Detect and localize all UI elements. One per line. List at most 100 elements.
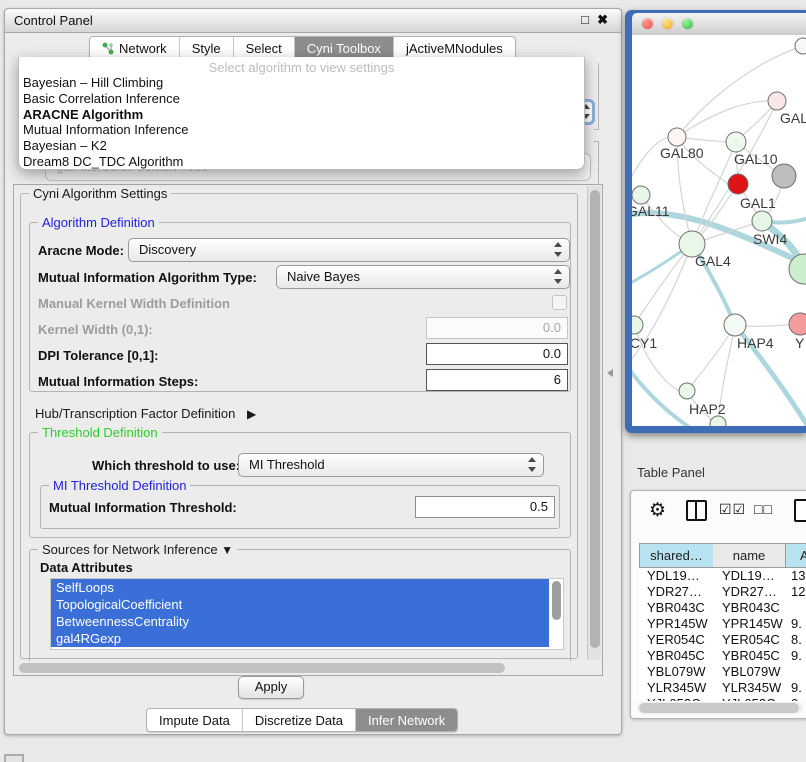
network-node-gal1[interactable] bbox=[728, 174, 748, 194]
algorithm-popup-item[interactable]: Mutual Information Inference bbox=[19, 122, 584, 138]
tab-select[interactable]: Select bbox=[234, 37, 295, 59]
dpi-tolerance-label: DPI Tolerance [0,1]: bbox=[38, 348, 158, 363]
network-node-label: GAL4 bbox=[695, 253, 731, 269]
algorithm-popup-item[interactable]: Bayesian – K2 bbox=[19, 138, 584, 154]
tab-cyni-toolbox[interactable]: Cyni Toolbox bbox=[295, 37, 394, 59]
tab-infer-network[interactable]: Infer Network bbox=[356, 709, 457, 731]
mi-threshold-field[interactable]: 0.5 bbox=[415, 496, 555, 518]
algorithm-popup-item[interactable]: Bayesian – Hill Climbing bbox=[19, 75, 584, 91]
tab-infer-network-label: Infer Network bbox=[368, 713, 445, 728]
algorithm-popup-item[interactable]: Dream8 DC_TDC Algorithm bbox=[19, 154, 584, 170]
data-attribute-item[interactable]: TopologicalCoefficient bbox=[51, 596, 549, 613]
attribute-list-scrollbar-thumb[interactable] bbox=[552, 581, 561, 620]
hub-tf-definition-label: Hub/Transcription Factor Definition bbox=[35, 406, 235, 421]
close-window-icon[interactable]: ✖ bbox=[597, 12, 608, 28]
table-row[interactable]: YLR345WYLR345W9. bbox=[639, 680, 806, 696]
export-table-icon[interactable] bbox=[794, 499, 806, 522]
algorithm-popup-item[interactable]: Basic Correlation Inference bbox=[19, 91, 584, 107]
algorithm-definition-title: Algorithm Definition bbox=[38, 215, 159, 230]
tab-impute-data[interactable]: Impute Data bbox=[147, 709, 243, 731]
tab-discretize-data[interactable]: Discretize Data bbox=[243, 709, 356, 731]
algorithm-popup-list: Bayesian – Hill ClimbingBasic Correlatio… bbox=[19, 75, 584, 170]
data-attribute-item[interactable]: BetweennessCentrality bbox=[51, 613, 549, 630]
data-attributes-list[interactable]: SelfLoopsTopologicalCoefficientBetweenne… bbox=[50, 578, 564, 650]
tab-jactivemnodules[interactable]: jActiveMNodules bbox=[394, 37, 515, 59]
table-row[interactable]: YBR045CYBR045C9. bbox=[639, 648, 806, 664]
settings-horizontal-scrollbar-thumb[interactable] bbox=[19, 663, 505, 673]
network-node-label: SWI4 bbox=[753, 231, 787, 247]
network-canvas[interactable]: GALGAL80GAL10GAL1GAL11SWI4GAL4GCY1HAP4YH… bbox=[632, 35, 806, 426]
deselect-all-columns-icon[interactable]: □□ bbox=[754, 501, 773, 517]
network-node-gal80[interactable] bbox=[668, 128, 686, 146]
table-row[interactable]: YDL19…YDL19…13 bbox=[639, 568, 806, 584]
network-node[interactable] bbox=[772, 164, 796, 188]
network-node-gal[interactable] bbox=[768, 92, 786, 110]
mac-minimize-icon[interactable] bbox=[662, 18, 673, 29]
data-attribute-item[interactable]: SelfLoops bbox=[51, 579, 549, 596]
threshold-definition-title: Threshold Definition bbox=[38, 425, 162, 440]
column-header-name[interactable]: name bbox=[713, 543, 786, 568]
table-row[interactable]: YJL052CYJL052C0. bbox=[639, 696, 806, 701]
splitter-collapse-arrow-icon[interactable] bbox=[607, 369, 613, 377]
select-all-columns-icon[interactable]: ☑☑ bbox=[719, 501, 746, 518]
table-row[interactable]: YPR145WYPR145W9. bbox=[639, 616, 806, 632]
sources-group: Sources for Network Inference ▼ Data Att… bbox=[29, 549, 571, 662]
data-attributes-label: Data Attributes bbox=[40, 560, 133, 575]
mi-steps-label: Mutual Information Steps: bbox=[38, 374, 198, 389]
kernel-width-field[interactable]: 0.0 bbox=[426, 317, 568, 339]
node-table-rows[interactable]: YDL19…YDL19…13YDR27…YDR27…12YBR043CYBR04… bbox=[639, 568, 806, 701]
network-node-label: HAP4 bbox=[737, 335, 774, 351]
aracne-mode-combobox[interactable]: Discovery bbox=[128, 238, 570, 262]
control-panel-title: Control Panel bbox=[14, 13, 93, 28]
table-row[interactable]: YER054CYER054C8. bbox=[639, 632, 806, 648]
mac-zoom-icon[interactable] bbox=[682, 18, 693, 29]
network-node-gcy1[interactable] bbox=[632, 316, 643, 334]
table-row[interactable]: YBR043CYBR043C bbox=[639, 600, 806, 616]
network-node-swi4[interactable] bbox=[752, 211, 772, 231]
manual-kernel-width-checkbox[interactable] bbox=[552, 295, 567, 310]
table-cell: 0. bbox=[786, 696, 806, 701]
table-row[interactable]: YBL079WYBL079W bbox=[639, 664, 806, 680]
which-threshold-combobox[interactable]: MI Threshold bbox=[238, 453, 544, 477]
float-window-icon[interactable]: □ bbox=[581, 12, 589, 27]
settings-vertical-scrollbar[interactable] bbox=[587, 186, 601, 660]
column-header-shared-name[interactable]: shared… bbox=[639, 543, 714, 568]
collapse-down-icon[interactable]: ▼ bbox=[221, 543, 233, 557]
split-columns-icon[interactable] bbox=[686, 500, 707, 521]
table-panel-title: Table Panel bbox=[637, 465, 705, 480]
tab-network[interactable]: Network bbox=[90, 37, 180, 59]
mi-steps-field[interactable]: 6 bbox=[426, 369, 568, 391]
apply-button[interactable]: Apply bbox=[238, 676, 304, 699]
desktop: Control Panel □ ✖ Network Style Select C… bbox=[0, 0, 806, 762]
mac-close-icon[interactable] bbox=[642, 18, 653, 29]
dpi-tolerance-field[interactable]: 0.0 bbox=[426, 343, 568, 365]
table-cell: YDL19… bbox=[713, 568, 786, 584]
network-node-gal11[interactable] bbox=[632, 186, 650, 204]
network-node[interactable] bbox=[795, 38, 806, 54]
mi-algorithm-type-combobox[interactable]: Naive Bayes bbox=[276, 265, 570, 289]
data-attribute-item[interactable]: gal4RGexp bbox=[51, 630, 549, 647]
hub-tf-definition-row[interactable]: Hub/Transcription Factor Definition ▶ bbox=[35, 406, 256, 421]
network-node-hap4[interactable] bbox=[724, 314, 746, 336]
tab-style[interactable]: Style bbox=[180, 37, 234, 59]
table-horizontal-scrollbar[interactable] bbox=[637, 702, 803, 714]
network-node-gal10[interactable] bbox=[726, 132, 746, 152]
algorithm-popup-item[interactable]: ARACNE Algorithm bbox=[19, 107, 584, 123]
obscured-groupbox-edge bbox=[594, 63, 599, 130]
settings-horizontal-scrollbar[interactable] bbox=[15, 661, 587, 674]
tab-discretize-data-label: Discretize Data bbox=[255, 713, 343, 728]
which-threshold-label: Which threshold to use: bbox=[92, 458, 240, 473]
network-node-hap2[interactable] bbox=[679, 383, 695, 399]
table-cell: 9. bbox=[786, 680, 806, 696]
table-horizontal-scrollbar-thumb[interactable] bbox=[639, 703, 799, 713]
collapsed-panel-handle[interactable] bbox=[4, 754, 24, 762]
network-node-label: GAL11 bbox=[632, 203, 670, 219]
sources-group-title: Sources for Network Inference ▼ bbox=[38, 542, 237, 557]
table-row[interactable]: YDR27…YDR27…12 bbox=[639, 584, 806, 600]
settings-vertical-scrollbar-thumb[interactable] bbox=[590, 190, 600, 648]
column-header-clipped[interactable]: A bbox=[786, 543, 806, 568]
aracne-mode-label: Aracne Mode: bbox=[38, 243, 124, 258]
network-node[interactable] bbox=[710, 416, 726, 426]
gear-icon[interactable]: ⚙ bbox=[649, 499, 666, 522]
network-node-y[interactable] bbox=[789, 313, 806, 335]
